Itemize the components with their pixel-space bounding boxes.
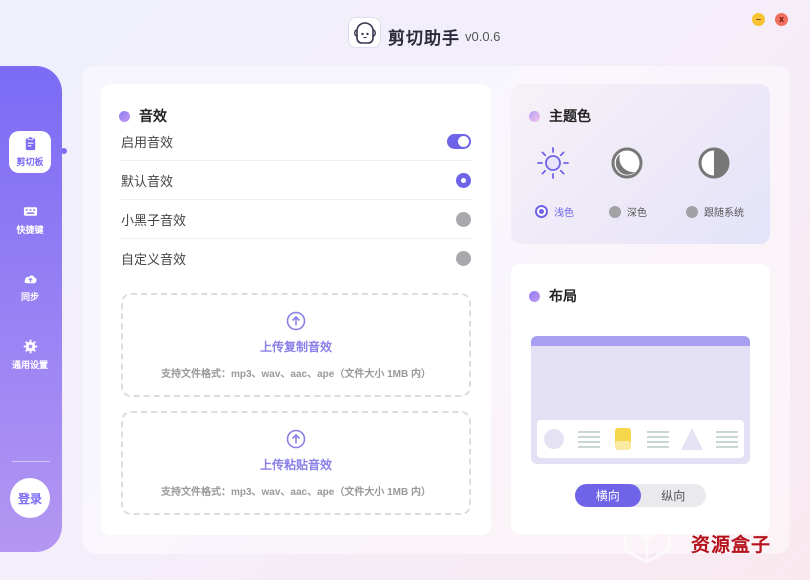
upload-format-hint: 支持文件格式：mp3、wav、aac、ape（文件大小 1MB 内） xyxy=(160,368,432,380)
xiaoheizi-sound-radio[interactable] xyxy=(456,211,471,227)
radio-unselected-icon xyxy=(686,205,698,218)
preview-header-bar xyxy=(531,336,750,346)
minimize-button[interactable]: – xyxy=(752,13,765,26)
layout-preview xyxy=(531,336,750,464)
close-button[interactable]: x xyxy=(775,13,788,26)
sound-row-default[interactable]: 默认音效 xyxy=(121,161,471,200)
title-dot-icon xyxy=(529,290,540,302)
upload-paste-sound-label: 上传粘贴音效 xyxy=(259,457,332,472)
layout-card-title: 布局 xyxy=(529,286,577,306)
app-title: 剪切助手 xyxy=(388,29,460,48)
watermark-cube-icon xyxy=(623,512,671,564)
title-bar: 剪切助手 v0.0.6 – x xyxy=(0,0,810,66)
title-dot-icon xyxy=(529,110,540,122)
sidebar-item-label: 同步 xyxy=(20,292,39,302)
sidebar-item-label: 快捷键 xyxy=(16,225,44,235)
theme-card: 主题色 浅色 深色 跟随系统 xyxy=(511,84,770,244)
upload-paste-sound-box[interactable]: 上传粘贴音效 支持文件格式：mp3、wav、aac、ape（文件大小 1MB 内… xyxy=(121,411,471,515)
preview-dock xyxy=(537,420,744,458)
app-version: v0.0.6 xyxy=(465,29,501,44)
theme-option-system[interactable]: 跟随系统 xyxy=(686,204,744,219)
preview-triangle-icon xyxy=(679,426,705,452)
custom-sound-radio[interactable] xyxy=(456,251,471,266)
sound-row-label: 自定义音效 xyxy=(121,252,187,267)
sound-row-xiaoheizi[interactable]: 小黑子音效 xyxy=(121,200,471,239)
sidebar-item-clipboard[interactable]: 剪切板 xyxy=(9,131,51,173)
preview-note-icon xyxy=(610,426,636,452)
cloud-upload-icon xyxy=(24,275,37,284)
sidebar-item-settings[interactable]: 通用设置 xyxy=(9,334,51,376)
theme-option-label: 浅色 xyxy=(554,208,574,219)
keyboard-icon xyxy=(23,207,37,216)
moon-icon[interactable] xyxy=(610,146,644,180)
gear-icon xyxy=(23,339,37,354)
theme-option-label: 跟随系统 xyxy=(704,208,744,219)
preview-lines-icon xyxy=(645,426,671,452)
theme-option-label: 深色 xyxy=(627,208,647,219)
upload-copy-sound-box[interactable]: 上传复制音效 支持文件格式：mp3、wav、aac、ape（文件大小 1MB 内… xyxy=(121,293,471,397)
clipboard-icon xyxy=(25,136,35,151)
sun-icon[interactable] xyxy=(536,146,570,180)
sound-row-enable[interactable]: 启用音效 xyxy=(121,122,471,161)
upload-copy-sound-label: 上传复制音效 xyxy=(259,339,332,354)
enable-sound-toggle[interactable] xyxy=(447,133,471,149)
half-circle-icon[interactable] xyxy=(697,146,731,180)
default-sound-radio[interactable] xyxy=(456,172,471,188)
theme-option-dark[interactable]: 深色 xyxy=(609,204,647,219)
theme-title-text: 主题色 xyxy=(549,108,591,124)
upload-format-hint: 支持文件格式：mp3、wav、aac、ape（文件大小 1MB 内） xyxy=(160,486,432,498)
active-indicator-dot xyxy=(61,148,67,154)
upload-arrow-icon xyxy=(286,311,306,330)
theme-card-title: 主题色 xyxy=(529,106,591,126)
sound-row-label: 默认音效 xyxy=(121,173,174,189)
sidebar-divider xyxy=(12,461,50,462)
sidebar: 剪切板 快捷键 同步 通用设置 登录 xyxy=(0,66,62,552)
watermark-brand-text: 资源盒子 xyxy=(691,535,772,556)
theme-option-light[interactable]: 浅色 xyxy=(535,204,574,219)
sidebar-item-sync[interactable]: 同步 xyxy=(9,266,51,308)
sound-row-label: 小黑子音效 xyxy=(121,212,187,228)
sound-row-custom[interactable]: 自定义音效 xyxy=(121,239,471,278)
app-logo-icon xyxy=(348,17,381,48)
upload-arrow-icon xyxy=(286,429,306,448)
sound-card: 音效 启用音效 默认音效 小黑子音效 自定义音效 上传复制音效 支持文件格式：m… xyxy=(101,84,491,535)
sound-row-label: 启用音效 xyxy=(121,134,174,150)
preview-circle-icon xyxy=(541,426,567,452)
sidebar-item-shortcuts[interactable]: 快捷键 xyxy=(9,199,51,241)
sidebar-item-label: 剪切板 xyxy=(16,157,44,167)
layout-title-text: 布局 xyxy=(549,288,577,304)
login-button[interactable]: 登录 xyxy=(10,478,50,518)
watermark: 资源 资源盒子 xyxy=(605,500,810,580)
sidebar-item-label: 通用设置 xyxy=(11,360,48,370)
preview-lines-icon xyxy=(576,426,602,452)
radio-selected-icon xyxy=(535,205,548,218)
layout-card: 布局 横向 纵向 xyxy=(511,264,770,534)
title-dot-icon xyxy=(119,110,130,122)
radio-unselected-icon xyxy=(609,205,621,218)
preview-lines-icon xyxy=(714,426,740,452)
